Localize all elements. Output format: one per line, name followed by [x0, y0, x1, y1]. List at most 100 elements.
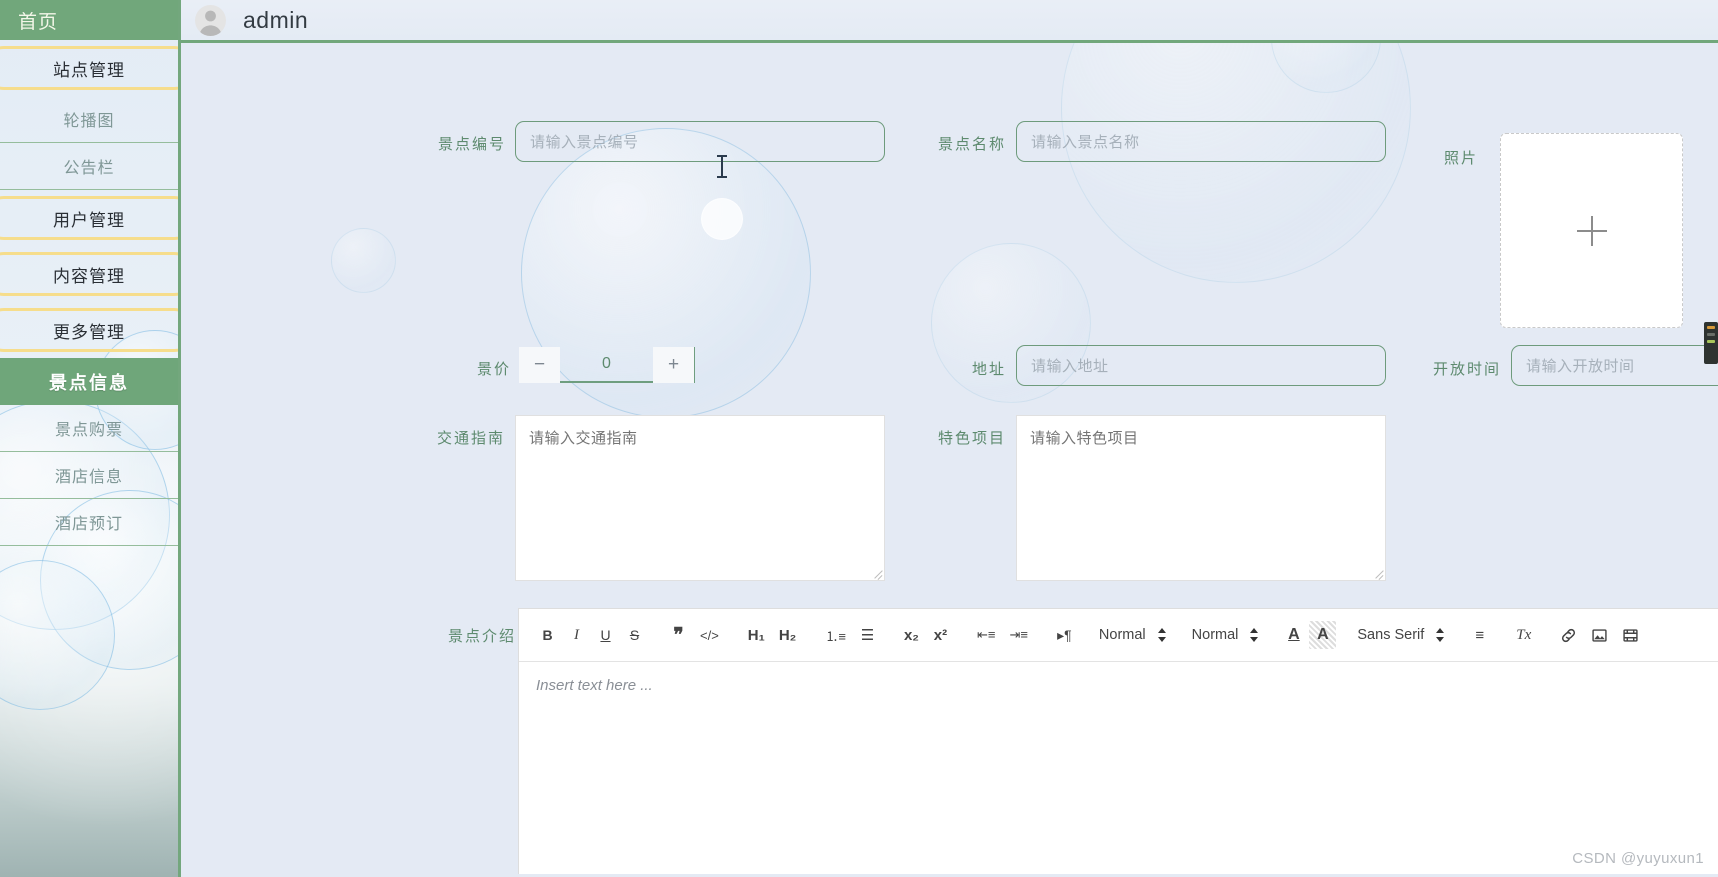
underline-icon[interactable]: U [592, 621, 619, 649]
placeholder-text: 请输入景点名称 [1031, 134, 1140, 151]
sidebar-nav: 站点管理 轮播图 公告栏 用户管理 内容管理 更多管理 景点信息 景点购票 酒店… [0, 40, 178, 546]
user-name: admin [243, 6, 309, 33]
field-label: 交通指南 [436, 430, 505, 447]
decorative-bubble [701, 198, 743, 240]
text-color-icon[interactable]: A [1280, 621, 1307, 649]
editor-toolbar: B I U S ❞ </> H₁ H₂ ⒈≡ ☰ x₂ x² ⇤≡ ⇥≡ ▸¶ … [519, 609, 1718, 662]
code-block-icon[interactable]: </> [694, 621, 725, 649]
sidebar-home-label: 首页 [18, 11, 59, 33]
sidebar-item-label: 公告栏 [63, 160, 115, 177]
indent-icon[interactable]: ⇥≡ [1003, 621, 1033, 649]
widget-bar [1707, 326, 1715, 329]
placeholder-text: 请输入开放时间 [1526, 358, 1635, 375]
price-stepper[interactable]: − 0 + [519, 347, 694, 383]
strike-icon[interactable]: S [621, 621, 648, 649]
font-select[interactable]: Sans Serif [1357, 621, 1445, 649]
field-label: 地址 [971, 361, 1006, 378]
sidebar-item-label: 景点购票 [54, 422, 123, 439]
field-label: 开放时间 [1432, 361, 1501, 378]
widget-bar [1707, 340, 1715, 343]
field-label: 特色项目 [937, 430, 1006, 447]
decorative-bubble [0, 560, 115, 710]
plus-icon [1576, 215, 1607, 246]
field-label: 景价 [476, 361, 511, 378]
form-content: 景点编号 请输入景点编号 景点名称 请输入景点名称 照片 景价 − 0 + 地址… [181, 43, 1718, 874]
chevron-updown-icon [1250, 627, 1259, 643]
clean-format-icon[interactable]: Tx [1510, 621, 1537, 649]
sidebar-group-site-management[interactable]: 站点管理 [0, 40, 178, 96]
sidebar-group-label: 用户管理 [53, 210, 125, 230]
price-increment-button[interactable]: + [653, 347, 694, 383]
font-select-value: Sans Serif [1357, 627, 1425, 643]
field-label: 景点介绍 [447, 628, 516, 645]
spot-code-input[interactable]: 请输入景点编号 [515, 121, 885, 162]
video-icon[interactable] [1616, 621, 1645, 649]
spot-name-input[interactable]: 请输入景点名称 [1016, 121, 1386, 162]
list-ordered-icon[interactable]: ⒈≡ [819, 621, 852, 649]
field-label: 景点编号 [437, 136, 506, 153]
sidebar-item-hotel-info[interactable]: 酒店信息 [0, 452, 178, 499]
sidebar-group-label: 站点管理 [53, 60, 125, 80]
sidebar-group-label: 内容管理 [53, 266, 125, 286]
address-input[interactable]: 请输入地址 [1016, 345, 1386, 386]
sidebar-group-content-management[interactable]: 内容管理 [0, 246, 178, 302]
image-icon[interactable] [1585, 621, 1614, 649]
decorative-bubble [331, 228, 396, 293]
text-direction-icon[interactable]: ▸¶ [1051, 621, 1078, 649]
text-cursor-icon [717, 155, 727, 178]
superscript-icon[interactable]: x² [927, 621, 954, 649]
app-root: 首页 站点管理 轮播图 公告栏 用户管理 内容管理 更多管理 景点信息 景点购票… [0, 0, 1718, 877]
header2-icon[interactable]: H₂ [773, 621, 803, 649]
sidebar-item-label: 景点信息 [49, 372, 129, 393]
photo-upload-button[interactable] [1500, 133, 1683, 328]
header-select[interactable]: Normal [1099, 621, 1167, 649]
sidebar: 首页 站点管理 轮播图 公告栏 用户管理 内容管理 更多管理 景点信息 景点购票… [0, 0, 181, 877]
rich-text-editor: B I U S ❞ </> H₁ H₂ ⒈≡ ☰ x₂ x² ⇤≡ ⇥≡ ▸¶ … [518, 608, 1718, 874]
subscript-icon[interactable]: x₂ [898, 621, 925, 649]
italic-icon[interactable]: I [563, 621, 590, 649]
sidebar-item-scenic-ticket[interactable]: 景点购票 [0, 405, 178, 452]
header-select-value: Normal [1098, 627, 1146, 643]
user-avatar-icon[interactable] [195, 4, 226, 36]
list-bullet-icon[interactable]: ☰ [854, 621, 881, 649]
decorative-bubble [1271, 43, 1381, 93]
placeholder-text: 请输入地址 [1031, 358, 1109, 375]
sidebar-group-more-management[interactable]: 更多管理 [0, 302, 178, 358]
sidebar-group-user-management[interactable]: 用户管理 [0, 190, 178, 246]
size-select[interactable]: Normal [1192, 621, 1260, 649]
edge-floating-widget[interactable] [1704, 322, 1718, 364]
size-select-value: Normal [1191, 627, 1239, 643]
field-photo: 照片 [1436, 133, 1683, 328]
sidebar-group-label: 更多管理 [53, 322, 125, 342]
decorative-bubble [1061, 43, 1411, 283]
open-time-input[interactable]: 请输入开放时间 [1511, 345, 1718, 386]
sidebar-home-header[interactable]: 首页 [0, 0, 178, 40]
align-icon[interactable]: ≡ [1466, 621, 1493, 649]
top-bar: admin [181, 0, 1718, 43]
chevron-updown-icon [1157, 627, 1167, 643]
outdent-icon[interactable]: ⇤≡ [971, 621, 1001, 649]
header1-icon[interactable]: H₁ [742, 621, 771, 649]
main-area: admin 景点编号 请输入景点编号 景点名称 请输入景点名称 照片 景价 − … [181, 0, 1718, 877]
field-label: 景点名称 [937, 136, 1006, 153]
sidebar-item-hotel-booking[interactable]: 酒店预订 [0, 499, 178, 546]
editor-body[interactable]: Insert text here ... [519, 662, 1718, 874]
chevron-updown-icon [1436, 627, 1445, 643]
sidebar-item-scenic-info[interactable]: 景点信息 [0, 358, 178, 405]
price-decrement-button[interactable]: − [519, 347, 560, 383]
placeholder-text: 请输入景点编号 [530, 134, 639, 151]
sidebar-item-bulletin[interactable]: 公告栏 [0, 143, 178, 190]
sidebar-item-label: 酒店预订 [54, 516, 123, 533]
background-color-icon[interactable]: A [1309, 621, 1337, 649]
price-value[interactable]: 0 [560, 347, 653, 381]
link-icon[interactable] [1554, 621, 1583, 649]
sidebar-item-label: 酒店信息 [54, 469, 123, 486]
features-textarea[interactable] [1016, 415, 1386, 581]
sidebar-item-carousel[interactable]: 轮播图 [0, 96, 178, 143]
traffic-guide-textarea[interactable] [515, 415, 885, 581]
sidebar-item-label: 轮播图 [63, 113, 115, 130]
widget-bar [1707, 333, 1715, 336]
bold-icon[interactable]: B [534, 621, 561, 649]
blockquote-icon[interactable]: ❞ [665, 621, 692, 649]
watermark: CSDN @yuyuxun1 [1572, 850, 1704, 867]
